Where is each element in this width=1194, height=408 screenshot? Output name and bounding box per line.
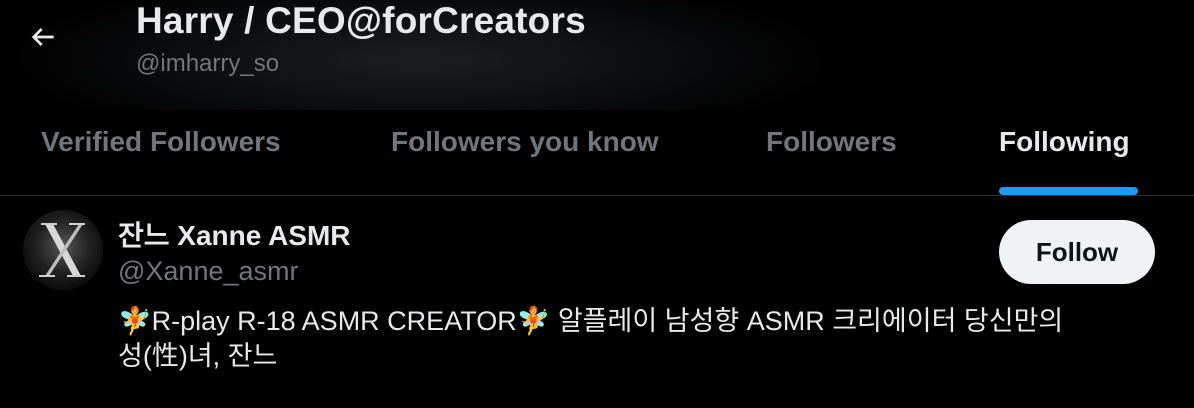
user-bio-line: 성(性)녀, 잔느	[118, 341, 278, 371]
tab-followers-you-know[interactable]: Followers you know	[350, 110, 700, 195]
user-bio: 🧚R-play R-18 ASMR CREATOR🧚 알플레이 남성향 ASMR…	[118, 304, 1158, 374]
profile-handle: @imharry_so	[136, 50, 280, 77]
tab-followers[interactable]: Followers	[720, 110, 950, 195]
tab-label: Followers	[766, 126, 897, 157]
list-item[interactable]: 잔느 Xanne ASMR @Xanne_asmr Follow 🧚R-play…	[0, 196, 1194, 408]
tab-label: Verified Followers	[41, 126, 281, 157]
tab-following[interactable]: Following	[999, 110, 1159, 195]
user-bio-line: 🧚R-play R-18 ASMR CREATOR🧚 알플레이 남성향 ASMR…	[118, 306, 1064, 336]
profile-header: Harry / CEO@forCreators @imharry_so	[0, 0, 1194, 110]
user-display-name[interactable]: 잔느 Xanne ASMR	[118, 214, 351, 254]
following-page: Harry / CEO@forCreators @imharry_so Veri…	[0, 0, 1194, 408]
tab-label: Following	[999, 126, 1130, 157]
avatar[interactable]	[23, 210, 103, 290]
page-title: Harry / CEO@forCreators	[136, 0, 586, 41]
user-handle: @Xanne_asmr	[118, 256, 299, 286]
arrow-left-icon	[31, 28, 54, 46]
tab-verified-followers[interactable]: Verified Followers	[0, 110, 330, 195]
follow-button[interactable]: Follow	[999, 220, 1155, 284]
x-logo-avatar	[23, 210, 103, 290]
active-tab-indicator	[999, 187, 1138, 195]
back-button[interactable]	[20, 14, 66, 60]
tab-label: Followers you know	[391, 126, 659, 157]
tab-bar: Verified Followers Followers you know Fo…	[0, 110, 1194, 196]
